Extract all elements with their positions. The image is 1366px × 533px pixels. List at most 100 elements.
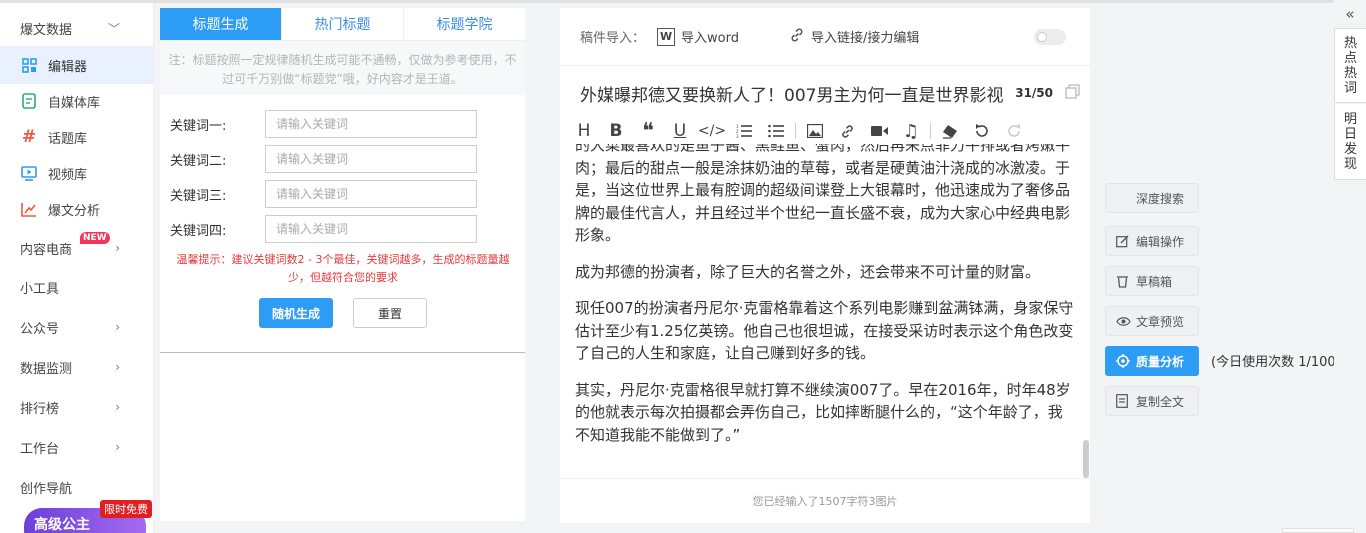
chevron-right-icon: › xyxy=(115,241,120,255)
redo-icon[interactable] xyxy=(998,119,1030,143)
action-label: 深度搜索 xyxy=(1136,191,1185,206)
sidebar-item-rankings[interactable]: 排行榜 › xyxy=(0,388,153,426)
sidebar-item-label: 话题库 xyxy=(48,131,88,147)
link-icon xyxy=(789,27,805,47)
sidebar-item-data-monitor[interactable]: 数据监测 › xyxy=(0,348,153,386)
keyword-label: 关键词四: xyxy=(170,223,227,239)
keyword-label: 关键词二: xyxy=(170,153,227,169)
sidebar-item-video-library[interactable]: 视频库 xyxy=(0,154,153,192)
toolbar-separator xyxy=(795,123,796,139)
unordered-list-icon[interactable] xyxy=(760,119,792,143)
heading-button[interactable]: H xyxy=(568,119,600,143)
underline-button[interactable]: U xyxy=(664,119,696,143)
keyword-row: 关键词二: xyxy=(160,145,477,173)
action-label: 复制全文 xyxy=(1136,394,1185,409)
tab-title-academy[interactable]: 标题学院 xyxy=(404,8,525,40)
edit-operation-button[interactable]: 编辑操作 xyxy=(1105,226,1199,256)
trash-bin-icon xyxy=(1116,275,1132,288)
sidebar-item-topic-library[interactable]: # 话题库 xyxy=(0,118,153,156)
tomorrow-discover-tab[interactable]: 明日发现 xyxy=(1334,104,1366,180)
keyword-row: 关键词一: xyxy=(160,110,477,138)
play-screen-icon xyxy=(20,164,38,182)
title-generator-panel: 标题生成 热门标题 标题学院 注：标题按照一定规律随机生成可能不通畅，仅做为参考… xyxy=(160,8,525,521)
action-label: 编辑操作 xyxy=(1136,234,1185,249)
scrollbar-thumb[interactable] xyxy=(1083,440,1089,478)
import-word-button[interactable]: W 导入word xyxy=(657,27,739,46)
word-count-status: 您已经输入了1507字符3图片 xyxy=(560,478,1090,523)
new-badge: NEW xyxy=(80,232,110,244)
sidebar-item-editor[interactable]: 编辑器 xyxy=(0,46,153,84)
target-icon xyxy=(1116,354,1132,368)
action-label: 文章预览 xyxy=(1136,314,1185,329)
document-icon xyxy=(20,92,38,110)
sidebar-item-label: 爆文数据 xyxy=(20,22,73,38)
paragraph: 成为邦德的扮演者，除了巨大的名誉之外，还会带来不可计量的财富。 xyxy=(575,262,1041,281)
sidebar-item-tools[interactable]: 小工具 xyxy=(0,268,153,306)
sidebar-item-label: 编辑器 xyxy=(48,59,88,75)
drafts-button[interactable]: 草稿箱 xyxy=(1105,266,1199,296)
copy-all-button[interactable]: 复制全文 xyxy=(1105,386,1199,416)
promo-tag: 限时免费 xyxy=(100,500,152,518)
grid-icon xyxy=(20,56,38,74)
collapse-icon[interactable]: « xyxy=(1334,0,1366,28)
import-label: 稿件导入： xyxy=(580,31,646,46)
paragraph: 现任007的扮演者丹尼尔·克雷格靠着这个系列电影赚到盆满钵满，身家保守估计至少有… xyxy=(575,299,1074,362)
image-icon[interactable] xyxy=(799,119,831,143)
ordered-list-icon[interactable]: 123 xyxy=(728,119,760,143)
tab-title-generate[interactable]: 标题生成 xyxy=(160,8,282,40)
code-button[interactable]: </> xyxy=(696,119,728,143)
chevron-right-icon: › xyxy=(115,320,120,334)
sidebar-item-label: 创作导航 xyxy=(20,481,73,497)
keyword-input-3[interactable] xyxy=(265,180,477,208)
import-link-label: 导入链接/接力编辑 xyxy=(810,31,920,46)
sidebar-item-ecommerce[interactable]: 内容电商 NEW › xyxy=(0,229,153,267)
copy-icon[interactable] xyxy=(1065,83,1080,103)
undo-icon[interactable] xyxy=(966,119,998,143)
sidebar-item-label: 公众号 xyxy=(20,321,60,337)
keyword-row: 关键词四: xyxy=(160,215,477,243)
keyword-input-2[interactable] xyxy=(265,145,477,173)
chevron-down-icon: ﹀ xyxy=(107,21,120,36)
sidebar-item-label: 自媒体库 xyxy=(48,95,101,111)
usage-count: (今日使用次数 1/100) xyxy=(1211,355,1341,370)
quality-analysis-button[interactable]: 质量分析 xyxy=(1105,346,1199,376)
article-title-input[interactable]: 外媒曝邦德又要换新人了！007男主为何一直是世界影视 xyxy=(580,81,1007,106)
sidebar-item-workbench[interactable]: 工作台 › xyxy=(0,428,153,466)
tab-hot-titles[interactable]: 热门标题 xyxy=(282,8,404,40)
random-generate-button[interactable]: 随机生成 xyxy=(259,298,333,328)
keyword-label: 关键词一: xyxy=(170,118,227,134)
quote-button[interactable]: ❝ xyxy=(632,119,664,144)
video-camera-icon[interactable] xyxy=(863,119,895,143)
link-icon[interactable] xyxy=(831,119,863,143)
warm-tip: 温馨提示：建议关键词数2 - 3个最佳，关键词越多，生成的标题量越少，但越符合您… xyxy=(176,253,510,284)
sidebar-item-official-account[interactable]: 公众号 › xyxy=(0,308,153,346)
clear-format-icon[interactable] xyxy=(934,119,966,143)
sidebar-item-viral-data[interactable]: 爆文数据 ﹀ xyxy=(0,9,153,47)
sidebar-item-media-library[interactable]: 自媒体库 xyxy=(0,82,153,120)
keyword-input-1[interactable] xyxy=(265,110,477,138)
import-word-label: 导入word xyxy=(681,31,739,46)
bold-button[interactable]: B xyxy=(600,119,632,143)
article-editor: 稿件导入： W 导入word 导入链接/接力编辑 外媒曝邦德又要换新人了！007… xyxy=(560,8,1090,523)
sidebar-item-viral-analysis[interactable]: 爆文分析 xyxy=(0,190,153,228)
reset-button[interactable]: 重置 xyxy=(353,298,427,328)
toolbar-separator xyxy=(930,123,931,139)
article-body[interactable]: 的大菜最喜欢的是鱼子酱、黑鲑鱼、蟹肉，然后再来点菲力牛排或者烤嫩牛肉；最后的甜点… xyxy=(575,144,1075,442)
chevron-right-icon: › xyxy=(115,360,120,374)
relay-toggle[interactable] xyxy=(1034,29,1066,45)
paragraph: 的大菜最喜欢的是鱼子酱、黑鲑鱼、蟹肉，然后再来点菲力牛排或者烤嫩牛肉；最后的甜点… xyxy=(575,144,1071,244)
keyword-input-4[interactable] xyxy=(265,215,477,243)
top-border xyxy=(0,0,1366,3)
article-preview-button[interactable]: 文章预览 xyxy=(1105,306,1199,336)
music-note-icon[interactable]: ♫ xyxy=(895,119,927,143)
hot-words-tab[interactable]: 热点热词 xyxy=(1334,28,1366,103)
sidebar-item-label: 视频库 xyxy=(48,167,88,183)
action-label: 草稿箱 xyxy=(1136,274,1173,289)
deep-search-button[interactable]: 深度搜索 xyxy=(1105,183,1199,213)
trend-chart-icon xyxy=(20,200,38,218)
import-link-button[interactable]: 导入链接/接力编辑 xyxy=(789,27,919,47)
bottom-strip xyxy=(1282,528,1354,533)
sidebar-item-label: 数据监测 xyxy=(20,361,73,377)
word-icon: W xyxy=(657,27,676,46)
svg-text:3: 3 xyxy=(736,134,739,138)
